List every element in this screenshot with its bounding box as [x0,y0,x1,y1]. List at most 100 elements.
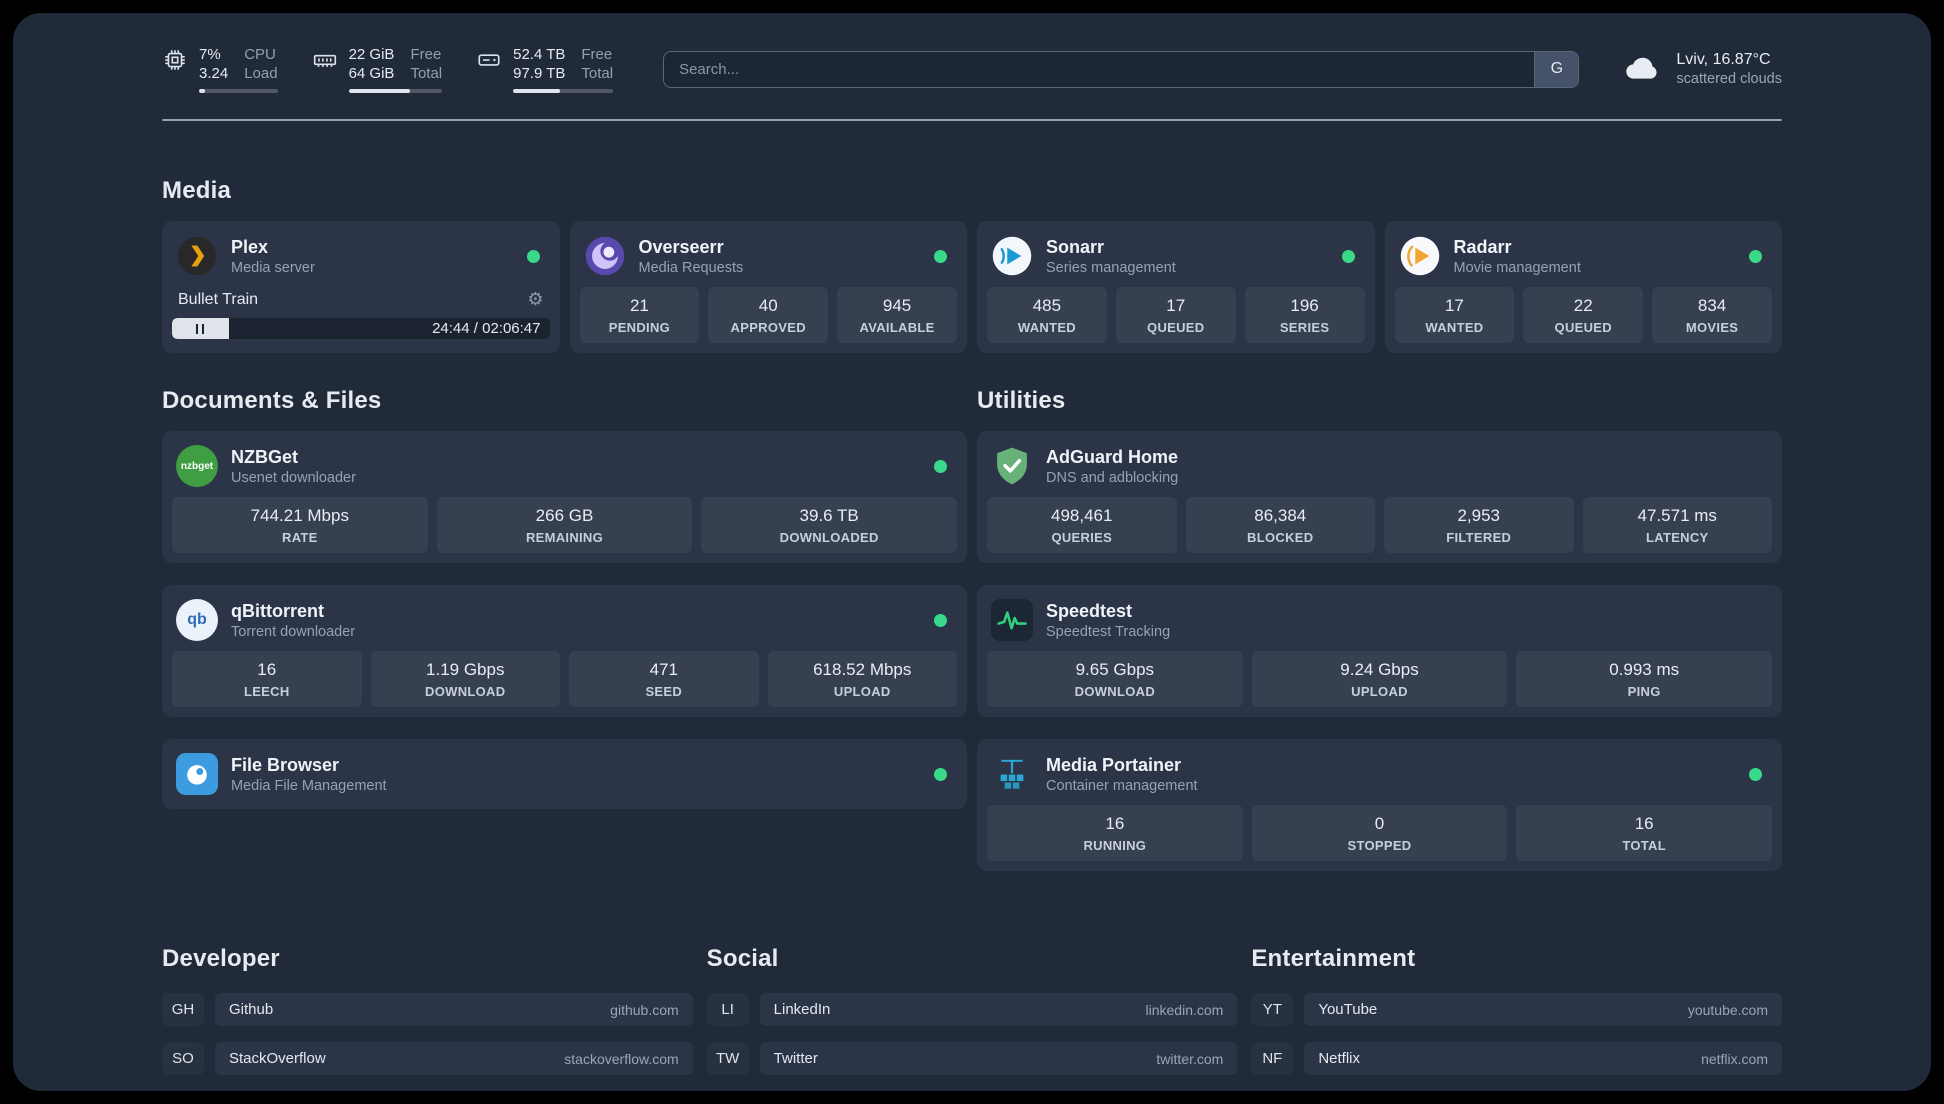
stat-value: 22 [1573,296,1593,315]
service-name: NZBGet [231,446,298,467]
stat-label: LATENCY [1645,530,1709,545]
stat-downloaded: 39.6 TB DOWNLOADED [701,497,957,553]
overseerr-icon [584,235,626,277]
stat-movies: 834 MOVIES [1652,287,1772,343]
screen: 7% CPU 3.24 Load 22 GiB Free 64 GiB Tota… [0,0,1944,1104]
stat-value: 47.571 ms [1637,506,1717,525]
stat-value: 9.65 Gbps [1075,660,1155,679]
stat-running: 16 RUNNING [987,805,1243,861]
stat-value: 0 [1374,814,1385,833]
cpu-widget: 7% CPU 3.24 Load [162,45,278,93]
bookmark-url: linkedin.com [1145,1001,1224,1018]
status-dot [934,613,947,627]
dashboard: 7% CPU 3.24 Load 22 GiB Free 64 GiB Tota… [13,13,1931,1091]
playback-progress[interactable]: 24:44 / 02:06:47 [172,318,550,339]
search-provider-button[interactable]: G [1534,51,1579,87]
bookmark-name: LinkedIn [773,1001,831,1018]
bookmark-name: Github [229,1001,274,1018]
stat-value: 744.21 Mbps [250,506,349,525]
search-input[interactable] [664,51,1535,87]
bookmark-youtube: YT YouTube youtube.com [1251,993,1782,1026]
cpu-load-label: Load [244,65,278,82]
disk-free: 52.4 TB [513,46,566,63]
stat-value: 9.24 Gbps [1340,660,1419,679]
stat-label: TOTAL [1622,838,1666,853]
service-subtitle: Usenet downloader [231,469,356,486]
service-name: Sonarr [1046,236,1105,257]
stat-download: 1.19 Gbps DOWNLOAD [370,651,560,707]
stat-label: QUERIES [1051,530,1113,545]
stat-queries: 498,461 QUERIES [987,497,1177,553]
bookmark-url: twitter.com [1156,1050,1224,1067]
bookmark-name: Twitter [773,1050,818,1067]
status-dot [1749,249,1762,263]
status-dot [1749,767,1762,781]
bookmark-link[interactable]: LinkedIn linkedin.com [759,993,1238,1026]
service-card-speedtest[interactable]: Speedtest Speedtest Tracking 9.65 Gbps D… [977,585,1782,717]
bookmark-link[interactable]: YouTube youtube.com [1304,993,1782,1026]
service-name: File Browser [231,754,340,775]
stat-label: STOPPED [1347,838,1412,853]
stat-value: 17 [1444,296,1464,315]
cpu-load: 3.24 [199,65,229,82]
service-subtitle: Container management [1046,777,1198,794]
bookmark-group-entertainment: Entertainment YT YouTube youtube.com NF … [1251,945,1782,1091]
pause-icon[interactable] [196,323,205,334]
stat-queued: 17 QUEUED [1115,287,1236,343]
stat-label: DOWNLOAD [1074,684,1156,699]
bookmark-link[interactable]: Github github.com [215,993,693,1026]
disk-total-label: Total [581,65,614,82]
service-card-overseerr[interactable]: Overseerr Media Requests 21 PENDING 40 A… [569,221,967,353]
section-title-documents: Documents & Files [162,387,382,414]
stat-value: 21 [629,296,649,315]
service-name: AdGuard Home [1046,446,1179,467]
cpu-icon [162,47,188,93]
gear-icon[interactable]: ⚙ [527,289,543,310]
stat-label: SERIES [1279,320,1330,335]
memory-total: 64 GiB [348,65,395,82]
bookmark-link[interactable]: Netflix netflix.com [1304,1042,1782,1075]
topbar: 7% CPU 3.24 Load 22 GiB Free 64 GiB Tota… [162,45,1782,93]
filebrowser-icon [176,753,218,795]
bookmark-url: stackoverflow.com [564,1050,679,1067]
stat-value: 40 [758,296,778,315]
service-card-plex[interactable]: Plex Media server Bullet Train ⚙ 24:44 /… [162,221,560,353]
bookmark-group-social: Social LI LinkedIn linkedin.com TW Twitt… [707,945,1238,1091]
section-title-entertainment: Entertainment [1251,945,1416,972]
bookmark-link[interactable]: Twitter twitter.com [759,1042,1238,1075]
service-card-nzbget[interactable]: nzbget NZBGet Usenet downloader 744.21 M… [162,431,967,563]
weather-condition: scattered clouds [1676,71,1782,87]
service-card-radarr[interactable]: Radarr Movie management 17 WANTED 22 QUE… [1384,221,1782,353]
bookmark-group-developer: Developer GH Github github.com SO StackO… [162,945,693,1091]
stat-label: LEECH [243,684,290,699]
status-dot [526,249,540,263]
service-subtitle: Media Requests [638,259,744,276]
cloud-icon [1623,52,1663,87]
stat-available: 945 AVAILABLE [837,287,957,343]
service-name: Plex [231,236,269,257]
bookmark-link[interactable]: StackOverflow stackoverflow.com [215,1042,693,1075]
memory-total-label: Total [410,65,443,82]
stat-value: 945 [882,296,912,315]
service-card-portainer[interactable]: Media Portainer Container management 16 … [977,739,1782,871]
stat-label: UPLOAD [1351,684,1408,699]
bookmark-name: Netflix [1318,1050,1361,1067]
stat-pending: 21 PENDING [579,287,700,343]
service-card-qbittorrent[interactable]: qb qBittorrent Torrent downloader 16 LEE… [162,585,967,717]
bookmark-abbr: LI [707,993,749,1026]
stat-blocked: 86,384 BLOCKED [1185,497,1375,553]
stat-value: 196 [1290,296,1319,315]
disk-total: 97.9 TB [513,65,566,82]
stat-wanted: 17 WANTED [1394,287,1515,343]
memory-widget: 22 GiB Free 64 GiB Total [312,45,443,93]
service-card-adguard[interactable]: AdGuard Home DNS and adblocking 498,461 … [977,431,1782,563]
disk-icon [476,47,502,93]
sonarr-icon [991,235,1033,277]
weather-widget: Lviv, 16.87°C scattered clouds [1623,49,1782,89]
service-card-filebrowser[interactable]: File Browser Media File Management [162,739,967,809]
stat-value: 17 [1166,296,1186,315]
stat-download: 9.65 Gbps DOWNLOAD [987,651,1243,707]
topbar-divider [162,119,1782,121]
bookmark-netflix: NF Netflix netflix.com [1251,1042,1782,1075]
service-card-sonarr[interactable]: Sonarr Series management 485 WANTED 17 Q… [977,221,1375,353]
